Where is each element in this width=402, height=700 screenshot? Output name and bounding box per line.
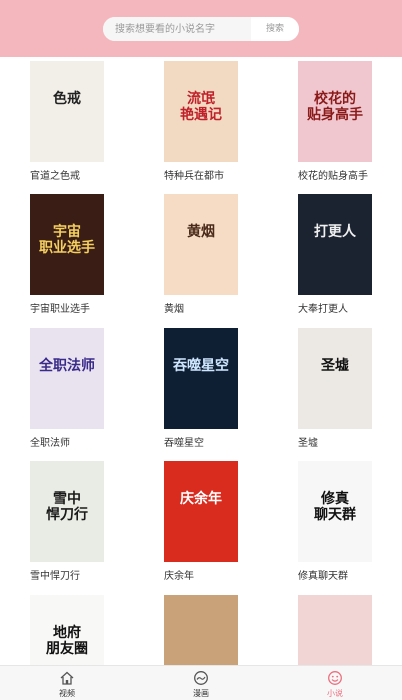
search-input[interactable] — [103, 17, 251, 41]
home-icon — [60, 671, 74, 685]
tab-comic-label: 漫画 — [193, 689, 209, 698]
book-title[interactable]: 校花的贴身高手 — [298, 167, 368, 182]
book-cover-text: 色戒 — [53, 91, 81, 107]
book-cover-text: 吞噬星空 — [173, 358, 229, 374]
bottom-tab-bar: 视频 漫画 小说 — [0, 665, 402, 700]
search-button[interactable]: 搜索 — [251, 17, 299, 41]
search-box: 搜索 — [103, 17, 299, 41]
book-title[interactable]: 官道之色戒 — [30, 167, 80, 182]
book-cover-text: 圣墟 — [321, 358, 349, 374]
book-cover[interactable]: 打更人 — [298, 194, 372, 295]
book-cover[interactable]: 流氓 艳遇记 — [164, 61, 238, 162]
tab-video[interactable]: 视频 — [0, 666, 134, 700]
book-cover-text: 校花的 贴身高手 — [307, 91, 363, 123]
book-title[interactable]: 吞噬星空 — [164, 434, 204, 449]
book-cover[interactable] — [164, 595, 238, 665]
book-title[interactable]: 特种兵在都市 — [164, 167, 224, 182]
book-cover[interactable]: 校花的 贴身高手 — [298, 61, 372, 162]
comic-icon — [194, 671, 208, 685]
book-cover[interactable]: 雪中 悍刀行 — [30, 461, 104, 562]
book-grid: 色戒官道之色戒 流氓 艳遇记特种兵在都市 校花的 贴身高手校花的贴身高手宇宙 职业选… — [0, 57, 402, 665]
book-title[interactable]: 大奉打更人 — [298, 300, 348, 315]
book-title[interactable]: 圣墟 — [298, 434, 318, 449]
tab-novel[interactable]: 小说 — [268, 666, 402, 700]
book-cover[interactable]: 全职法师 — [30, 328, 104, 429]
book-title[interactable]: 雪中悍刀行 — [30, 567, 80, 582]
header: 搜索 — [0, 0, 402, 57]
book-cover[interactable] — [298, 595, 372, 665]
smile-icon — [328, 671, 342, 685]
book-cover-text: 黄烟 — [187, 224, 215, 240]
book-cover-text: 雪中 悍刀行 — [46, 491, 88, 523]
tab-video-label: 视频 — [59, 689, 75, 698]
book-title[interactable]: 修真聊天群 — [298, 567, 348, 582]
book-title[interactable]: 宇宙职业选手 — [30, 300, 90, 315]
book-title[interactable]: 全职法师 — [30, 434, 70, 449]
tab-comic[interactable]: 漫画 — [134, 666, 268, 700]
tab-novel-label: 小说 — [327, 689, 343, 698]
book-title[interactable]: 庆余年 — [164, 567, 194, 582]
book-cover[interactable]: 黄烟 — [164, 194, 238, 295]
book-cover[interactable]: 宇宙 职业选手 — [30, 194, 104, 295]
book-cover-text: 打更人 — [314, 224, 356, 240]
book-cover-text: 修真 聊天群 — [314, 491, 356, 523]
book-cover-text: 宇宙 职业选手 — [39, 224, 95, 256]
book-cover-text: 流氓 艳遇记 — [180, 91, 222, 123]
book-cover[interactable]: 吞噬星空 — [164, 328, 238, 429]
book-cover[interactable]: 修真 聊天群 — [298, 461, 372, 562]
book-cover-text: 地府 朋友圈 — [46, 625, 88, 657]
book-title[interactable]: 黄烟 — [164, 300, 184, 315]
book-cover[interactable]: 圣墟 — [298, 328, 372, 429]
book-cover[interactable]: 地府 朋友圈 — [30, 595, 104, 665]
book-cover[interactable]: 庆余年 — [164, 461, 238, 562]
book-cover-text: 全职法师 — [39, 358, 95, 374]
book-cover[interactable]: 色戒 — [30, 61, 104, 162]
book-cover-text: 庆余年 — [180, 491, 222, 507]
